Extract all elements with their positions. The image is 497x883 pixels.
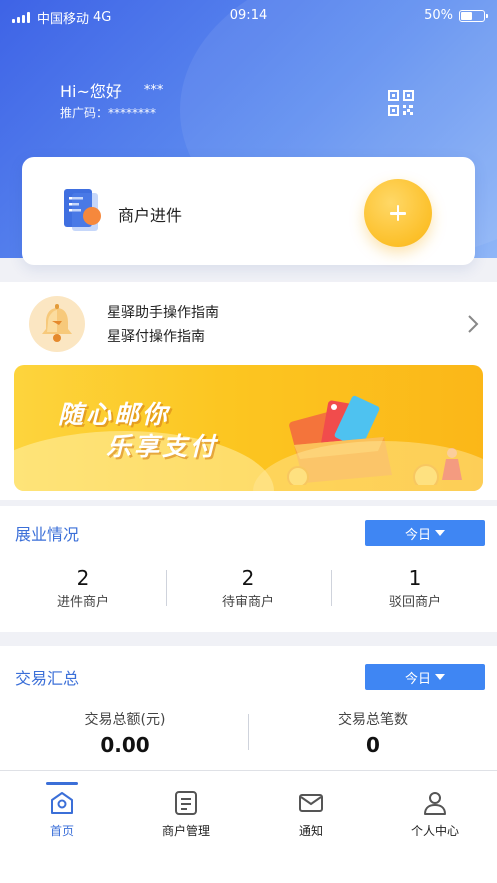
chevron-right-icon[interactable] xyxy=(467,314,479,334)
stat-value: 1 xyxy=(408,566,422,590)
tab-home[interactable]: 首页 xyxy=(12,790,112,839)
divider xyxy=(331,570,332,606)
business-panel: 展业情况 今日 2 进件商户 2 待审商户 1 驳回商户 xyxy=(0,506,497,632)
qr-code-icon[interactable] xyxy=(388,90,414,116)
promo-banner[interactable]: 随心邮你 乐享支付 xyxy=(14,365,483,491)
banner-line-2: 乐享支付 xyxy=(106,432,219,461)
transactions-panel: 交易汇总 今日 交易总额(元) 0.00 交易总笔数 0 xyxy=(0,646,497,770)
stat-submitted[interactable]: 2 进件商户 xyxy=(33,566,133,610)
stat-value: 0 xyxy=(366,733,380,757)
divider xyxy=(166,570,167,606)
stat-total-count[interactable]: 交易总笔数 0 xyxy=(293,708,453,757)
tab-merchant-management[interactable]: 商户管理 xyxy=(136,790,236,839)
business-title: 展业情况 xyxy=(15,525,80,544)
status-time: 09:14 xyxy=(229,8,268,23)
bell-icon xyxy=(29,296,85,352)
tab-profile[interactable]: 个人中心 xyxy=(385,790,485,839)
add-merchant-button[interactable] xyxy=(364,179,432,247)
transactions-period-dropdown[interactable]: 今日 xyxy=(365,664,485,690)
stat-pending[interactable]: 2 待审商户 xyxy=(198,566,298,610)
business-period-dropdown[interactable]: 今日 xyxy=(365,520,485,546)
status-right: 50% xyxy=(424,8,488,23)
merchant-list-icon xyxy=(175,791,197,815)
gift-box-illustration xyxy=(287,395,462,485)
stat-value: 2 xyxy=(76,566,90,590)
stat-label: 待审商户 xyxy=(221,595,274,610)
promo-code: 推广码：******** xyxy=(60,106,157,120)
tab-label: 通知 xyxy=(298,824,323,838)
transactions-title: 交易汇总 xyxy=(15,669,80,688)
greeting-row: Hi~您好 *** xyxy=(60,78,163,102)
merchant-onboarding-card[interactable]: 商户进件 xyxy=(22,157,475,265)
transactions-period-label: 今日 xyxy=(404,671,431,687)
divider xyxy=(248,714,249,750)
active-tab-indicator xyxy=(46,782,78,785)
merchant-onboarding-label: 商户进件 xyxy=(118,206,183,225)
person-icon xyxy=(424,792,446,815)
stat-value: 0.00 xyxy=(100,733,150,757)
tab-label: 商户管理 xyxy=(161,824,210,838)
stat-label: 进件商户 xyxy=(56,595,109,610)
guide-item-pay[interactable]: 星驿付操作指南 xyxy=(107,326,205,346)
status-bar: 中国移动 4G 09:14 50% xyxy=(0,0,497,32)
stat-label: 驳回商户 xyxy=(388,595,441,610)
caret-down-icon xyxy=(435,674,445,680)
home-icon xyxy=(51,792,73,814)
tab-label: 首页 xyxy=(49,824,74,838)
caret-down-icon xyxy=(435,530,445,536)
user-name: *** xyxy=(143,82,164,98)
stat-total-amount[interactable]: 交易总额(元) 0.00 xyxy=(45,708,205,757)
mail-icon xyxy=(299,794,323,812)
stat-label: 交易总笔数 xyxy=(338,712,408,728)
tab-label: 个人中心 xyxy=(410,824,459,838)
tab-notifications[interactable]: 通知 xyxy=(261,790,361,839)
business-period-label: 今日 xyxy=(404,527,431,543)
stat-rejected[interactable]: 1 驳回商户 xyxy=(365,566,465,610)
document-icon xyxy=(62,189,102,233)
battery-percent: 50% xyxy=(424,8,453,23)
stat-value: 2 xyxy=(241,566,255,590)
battery-fill xyxy=(461,11,472,20)
battery-icon xyxy=(459,9,488,22)
stat-label: 交易总额(元) xyxy=(84,712,166,728)
banner-line-1: 随心邮你 xyxy=(58,400,171,429)
greeting-text: Hi~您好 xyxy=(60,82,122,101)
guide-item-assistant[interactable]: 星驿助手操作指南 xyxy=(107,302,219,322)
